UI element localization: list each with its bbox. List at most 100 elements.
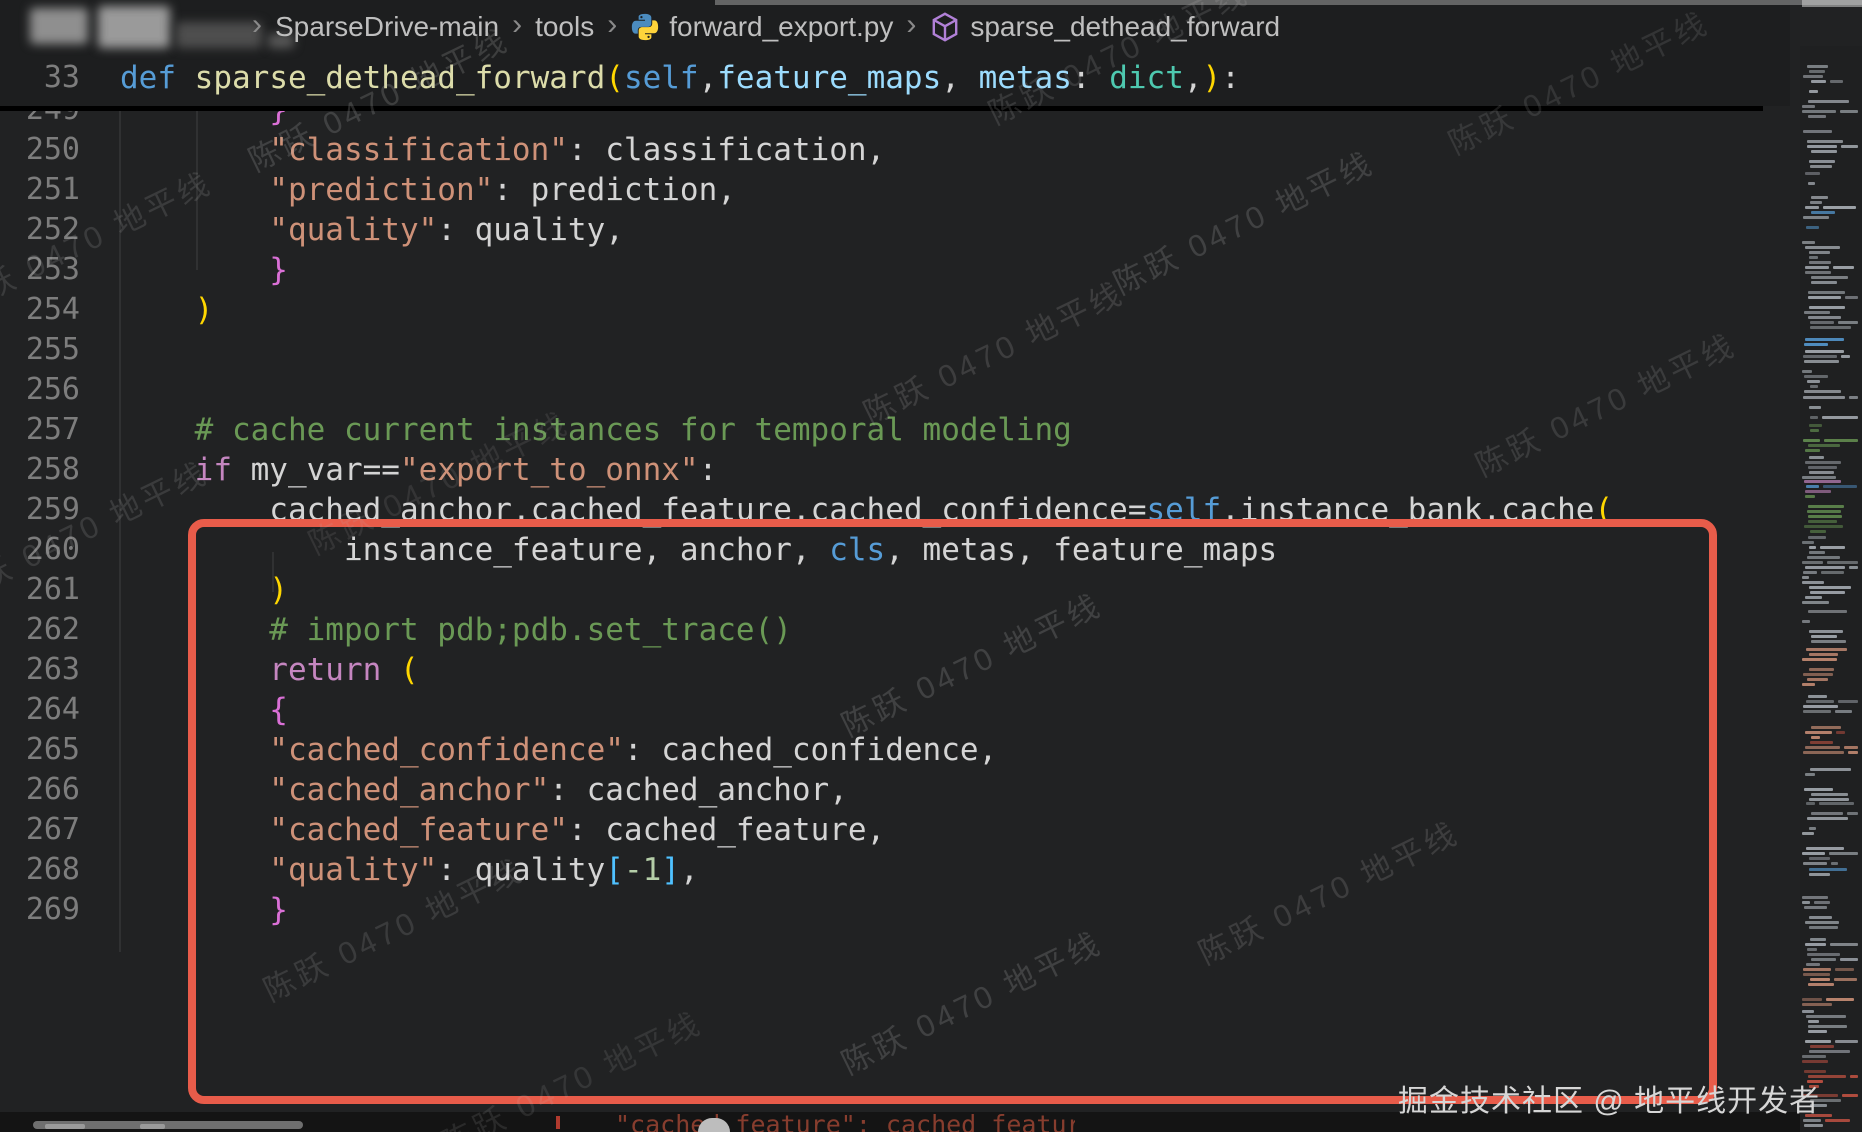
minimap-code-blob [1802,541,1814,544]
minimap-code-blob [1809,406,1821,409]
minimap-code-blob [1806,485,1819,488]
code-editor-area[interactable]: 249 }250 "classification": classificatio… [0,0,1862,1132]
minimap-code-blob [1825,1119,1850,1122]
code-line-269[interactable]: 269 } [0,890,1790,930]
minimap-code-blob [1842,1094,1858,1097]
minimap-code-blob [1809,160,1835,163]
minimap-code-blob [1807,140,1843,143]
code-line-262[interactable]: 262 # import pdb;pdb.set_trace() [0,610,1790,650]
code-line-258[interactable]: 258 if my_var=="export_to_onnx": [0,450,1790,490]
minimap-code-blob [1811,635,1837,638]
code-line-254[interactable]: 254 ) [0,290,1790,330]
minimap-code-blob [1840,958,1858,961]
minimap-code-blob [1810,326,1851,329]
code-token: "export_to_onnx" [399,452,699,488]
minimap-code-blob [1805,266,1829,269]
code-token: : [1221,60,1240,96]
code-text: } [120,890,288,930]
code-token: : [698,452,718,488]
code-line-250[interactable]: 250 "classification": classification, [0,130,1790,170]
line-number: 253 [25,252,80,287]
code-line-267[interactable]: 267 "cached_feature": cached_feature, [0,810,1790,850]
code-text: cached_anchor,cached_feature,cached_conf… [120,490,1613,530]
code-token: .instance_bank.cache [1221,492,1595,528]
code-line-251[interactable]: 251 "prediction": prediction, [0,170,1790,210]
minimap-code-blob [1810,741,1833,744]
code-token: if [120,452,232,488]
minimap-code-blob [1814,901,1830,904]
code-line-265[interactable]: 265 "cached_confidence": cached_confiden… [0,730,1790,770]
minimap-code-blob [1809,798,1849,801]
code-line-255[interactable]: 255 [0,330,1790,370]
minimap-code-blob [1803,130,1832,133]
code-line-268[interactable]: 268 "quality": quality[-1], [0,850,1790,890]
code-line-256[interactable]: 256 [0,370,1790,410]
code-line-259[interactable]: 259 cached_anchor,cached_feature,cached_… [0,490,1790,530]
code-line-264[interactable]: 264 { [0,690,1790,730]
code-line-266[interactable]: 266 "cached_anchor": cached_anchor, [0,770,1790,810]
minimap-code-blob [1806,648,1847,651]
breadcrumb-item-folder[interactable]: tools [535,11,594,43]
minimap-code-blob [1802,476,1836,479]
minimap-code-blob [1805,566,1845,569]
minimap-code-blob [1805,1040,1831,1043]
minimap-code-blob [1809,471,1834,474]
minimap-code-blob [1838,321,1858,324]
line-number: 260 [25,532,80,567]
minimap-code-blob [1803,968,1831,971]
sticky-scroll-line[interactable]: 33 def sparse_dethead_forward(self,featu… [0,50,1790,106]
minimap-code-blob [1809,251,1830,254]
minimap-code-blob [1808,610,1847,613]
code-token: # cache current instances for temporal m… [120,412,1072,448]
line-number: 258 [25,452,80,487]
code-line-253[interactable]: 253 } [0,250,1790,290]
minimap[interactable] [1800,46,1862,1132]
minimap-code-blob [1802,1010,1814,1013]
code-token: : classification, [567,132,886,168]
minimap-code-blob [1809,873,1830,876]
breadcrumb-item-symbol[interactable]: sparse_dethead_forward [929,11,1280,43]
minimap-code-blob [1805,943,1826,946]
code-line-260[interactable]: 260 instance_feature, anchor, cls, metas… [0,530,1790,570]
minimap-code-blob [1806,963,1820,966]
minimap-code-blob [1811,196,1828,199]
minimap-code-blob [1806,802,1815,805]
cutoff-code-text: "cached_feature": cached_feature [615,1110,1075,1132]
code-token: sparse_dethead_forward [176,60,606,96]
code-token: "cached_anchor" [120,772,550,808]
breadcrumb-item-folder[interactable]: SparseDrive-main [275,11,499,43]
code-token: , metas, feature_maps [885,532,1278,568]
line-number: 255 [25,332,80,367]
code-line-261[interactable]: 261 ) [0,570,1790,610]
breadcrumb-label: tools [535,11,595,42]
code-token: ( [605,60,624,96]
minimap-code-blob [1805,495,1815,498]
code-text: if my_var=="export_to_onnx": [120,450,718,490]
minimap-code-blob [1802,601,1829,604]
code-line-263[interactable]: 263 return ( [0,650,1790,690]
minimap-code-blob [1805,172,1820,175]
breadcrumb-item-file[interactable]: forward_export.py [630,11,893,43]
code-token: ( [1594,492,1614,528]
minimap-code-blob [1809,456,1824,459]
minimap-code-blob [1826,998,1854,1001]
minimap-code-blob [1809,668,1834,671]
minimap-code-blob [1805,461,1841,464]
minimap-code-blob [1805,746,1840,749]
minimap-code-blob [1847,812,1858,815]
code-text: ) [120,570,288,610]
bottom-dash [45,1124,85,1129]
minimap-code-blob [1802,561,1823,564]
code-token: cached_anchor,cached_feature,cached_conf… [120,492,1147,528]
symbol-cube-icon [929,11,961,43]
minimap-code-blob [1811,736,1820,739]
breadcrumb-separator: › [906,8,917,41]
code-text: # import pdb;pdb.set_trace() [120,610,792,650]
code-token: : prediction, [493,172,736,208]
minimap-code-blob [1809,306,1845,309]
line-number: 266 [25,772,80,807]
minimap-code-blob [1808,505,1844,508]
minimap-code-blob [1810,385,1818,388]
code-line-257[interactable]: 257 # cache current instances for tempor… [0,410,1790,450]
code-line-252[interactable]: 252 "quality": quality, [0,210,1790,250]
